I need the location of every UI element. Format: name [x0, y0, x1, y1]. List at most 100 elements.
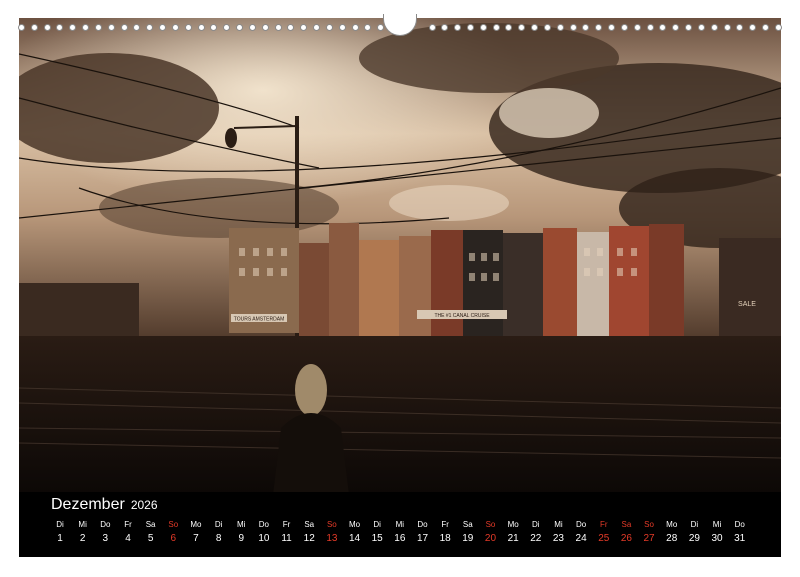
- amsterdam-photo: TOURS AMSTERDAM THE #1 CANAL CRUISE SALE: [19, 18, 781, 495]
- weekday-label: Mo: [507, 520, 519, 529]
- spiral-binding-hole-icon: [287, 23, 295, 31]
- spiral-binding-hole-icon: [441, 23, 449, 31]
- day-number: 27: [643, 533, 655, 544]
- day-number: 16: [394, 533, 406, 544]
- weekday-label: Mo: [666, 520, 678, 529]
- weekday-label: Fr: [282, 520, 291, 529]
- spiral-binding-hole-icon: [94, 23, 102, 31]
- calendar-page: TOURS AMSTERDAM THE #1 CANAL CRUISE SALE…: [0, 0, 800, 577]
- spiral-binding-hole-icon: [236, 23, 244, 31]
- weekday-label: Mi: [237, 520, 246, 529]
- spiral-binding-hole-icon: [18, 23, 25, 31]
- day-number: 13: [326, 533, 338, 544]
- day-number: 14: [348, 533, 361, 544]
- weekday-label: Do: [734, 520, 745, 529]
- spiral-binding-hole-icon: [492, 23, 500, 31]
- spiral-binding-hole-icon: [710, 23, 718, 31]
- spiral-binding-hole-icon: [762, 23, 770, 31]
- spiral-binding-hole-icon: [569, 23, 577, 31]
- month-year: 2026: [130, 498, 158, 512]
- spiral-binding-hole-icon: [672, 23, 680, 31]
- calendar-day: Sa 5: [140, 519, 162, 547]
- spiral-binding-hole-icon: [774, 23, 782, 31]
- weekday-label: Mi: [712, 520, 722, 529]
- day-number: 30: [711, 533, 723, 544]
- spiral-binding-hole-icon: [107, 23, 115, 31]
- weekday-label: Do: [100, 520, 111, 529]
- spiral-binding-hole-icon: [133, 23, 141, 31]
- calendar-day: Do 10: [253, 519, 275, 547]
- calendar-day: Mi 9: [230, 519, 252, 547]
- calendar-day: Fr 25: [593, 519, 615, 547]
- spiral-binding-hole-icon: [351, 23, 359, 31]
- calendar-day: Mo 21: [502, 519, 524, 547]
- day-number: 2: [79, 533, 86, 544]
- calendar-day: Mo 7: [185, 519, 207, 547]
- weekday-label: Mo: [190, 520, 202, 529]
- weekday-label: Sa: [304, 520, 315, 529]
- spiral-binding-hole-icon: [518, 23, 526, 31]
- day-number: 19: [462, 533, 474, 544]
- spiral-binding-hole-icon: [556, 23, 564, 31]
- sign-tours: TOURS AMSTERDAM: [234, 317, 284, 323]
- day-number: 26: [620, 533, 632, 544]
- spiral-binding-hole-icon: [56, 23, 64, 31]
- spiral-binding-hole-icon: [531, 23, 539, 31]
- spiral-binding-hole-icon: [300, 23, 308, 31]
- spiral-binding-hole-icon: [197, 23, 205, 31]
- spiral-binding-hole-icon: [325, 23, 333, 31]
- spiral-binding-hole-icon: [685, 23, 693, 31]
- spiral-binding-hole-icon: [723, 23, 731, 31]
- calendar-day: So 6: [162, 519, 184, 547]
- month-header: Dezember 2026: [51, 496, 158, 516]
- calendar-day: Sa 26: [615, 519, 637, 547]
- calendar-day: Do 3: [94, 519, 116, 547]
- month-name: Dezember: [51, 496, 125, 513]
- spiral-binding-hole-icon: [466, 23, 474, 31]
- day-number: 31: [734, 533, 746, 544]
- day-number: 22: [530, 533, 542, 544]
- calendar-day: Di 15: [366, 519, 388, 547]
- day-number: 17: [416, 533, 429, 544]
- day-number: 1: [57, 533, 63, 544]
- weekday-label: Mi: [395, 520, 405, 529]
- spiral-binding-hole-icon: [171, 23, 179, 31]
- weekday-label: Do: [258, 520, 270, 529]
- day-number: 12: [303, 533, 315, 544]
- calendar-day: Do 17: [412, 519, 434, 547]
- sign-sale: SALE: [738, 301, 756, 308]
- day-number: 15: [371, 533, 383, 544]
- spiral-binding-hole-icon: [223, 23, 231, 31]
- calendar-day: Mi 23: [547, 519, 569, 547]
- calendar-day: Fr 18: [434, 519, 456, 547]
- weekday-label: Sa: [462, 520, 473, 529]
- day-row: Di 1 Mi 2 Do 3 Fr 4 Sa 5 So 6 Mo 7 Di 8 Mi 9 Do 10 Fr 11 Sa 12 S…: [49, 519, 751, 547]
- spiral-binding-hole-icon: [736, 23, 744, 31]
- spiral-binding-hole-icon: [428, 23, 436, 31]
- weekday-label: Fr: [124, 520, 132, 529]
- calendar-day: Mi 16: [389, 519, 411, 547]
- weekday-label: So: [168, 520, 179, 529]
- spiral-binding-hole-icon: [248, 23, 256, 31]
- calendar-day: Sa 12: [298, 519, 320, 547]
- weekday-label: Mo: [348, 520, 361, 529]
- day-number: 7: [193, 533, 199, 544]
- calendar-day: Fr 11: [276, 519, 298, 547]
- calendar-day: Do 24: [570, 519, 592, 547]
- weekday-label: Di: [56, 520, 64, 529]
- spiral-binding-hole-icon: [184, 23, 192, 31]
- spiral-binding-hole-icon: [69, 23, 77, 31]
- calendar-day: Do 31: [729, 519, 751, 547]
- day-number: 23: [552, 533, 564, 544]
- day-number: 4: [125, 533, 131, 544]
- spiral-binding-hole-icon: [274, 23, 282, 31]
- weekday-label: Do: [575, 520, 587, 529]
- calendar-day: Di 8: [208, 519, 230, 547]
- spiral-binding-hole-icon: [43, 23, 51, 31]
- spiral-binding-hole-icon: [749, 23, 757, 31]
- spiral-binding-hole-icon: [120, 23, 128, 31]
- spiral-binding-hole-icon: [454, 23, 462, 31]
- day-number: 20: [484, 533, 497, 544]
- spiral-binding-hole-icon: [210, 23, 218, 31]
- day-number: 24: [575, 533, 587, 544]
